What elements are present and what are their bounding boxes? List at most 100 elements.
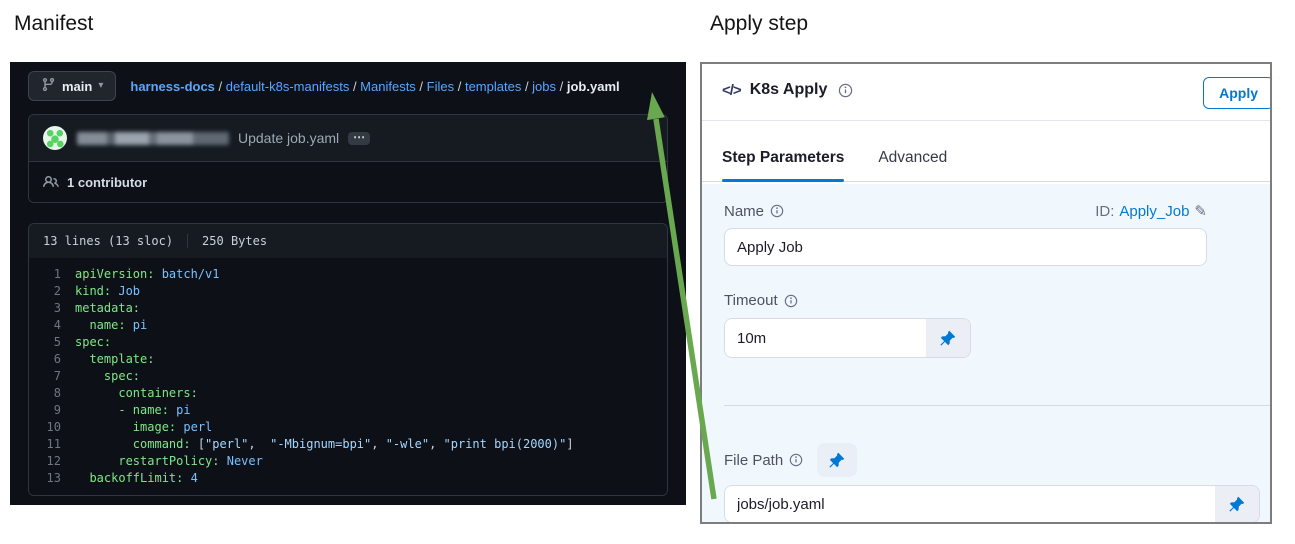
page: Manifest Apply step main ▾ harness-docs … [0,0,1295,544]
code-text: name: pi [75,317,147,334]
line-number[interactable]: 9 [29,402,75,419]
breadcrumb-separator: / [556,79,567,94]
pin-icon[interactable] [926,319,970,357]
code-line: 6 template: [29,351,667,368]
people-icon [43,174,59,190]
code-text: image: perl [75,419,212,436]
breadcrumb-separator: / [454,79,465,94]
info-icon[interactable] [789,453,803,467]
branch-selector-button[interactable]: main ▾ [28,71,116,101]
breadcrumb-link[interactable]: Manifests [360,79,416,94]
line-number[interactable]: 8 [29,385,75,402]
breadcrumb-separator: / [349,79,360,94]
name-input[interactable] [724,228,1207,266]
breadcrumb-link[interactable]: default-k8s-manifests [226,79,350,94]
line-number[interactable]: 13 [29,470,75,487]
info-icon[interactable] [838,83,853,98]
file-meta-bar: 13 lines (13 sloc) 250 Bytes [29,224,667,258]
code-text: - name: pi [75,402,191,419]
code-line: 2kind: Job [29,283,667,300]
chevron-down-icon: ▾ [98,81,103,91]
contributors-link[interactable]: 1 contributor [67,175,147,190]
step-id-link[interactable]: Apply_Job [1119,203,1189,220]
name-label: Name [724,203,764,220]
line-number[interactable]: 12 [29,453,75,470]
breadcrumb-link[interactable]: templates [465,79,521,94]
line-number[interactable]: 7 [29,368,75,385]
timeout-label: Timeout [724,292,778,309]
code-line: 7 spec: [29,368,667,385]
breadcrumb-link[interactable]: jobs [532,79,556,94]
name-field-label-wrap: Name [724,203,784,220]
line-number[interactable]: 4 [29,317,75,334]
git-branch-icon [41,77,56,95]
breadcrumb-separator: / [215,79,226,94]
breadcrumb-link[interactable]: Files [427,79,454,94]
apply-changes-button[interactable]: Apply [1203,77,1272,109]
timeout-field-label-wrap: Timeout [724,292,798,309]
timeout-input[interactable] [725,319,926,357]
code-line: 5spec: [29,334,667,351]
breadcrumb-separator: / [416,79,427,94]
code-text: spec: [75,334,111,351]
code-line: 1apiVersion: batch/v1 [29,266,667,283]
code-line: 8 containers: [29,385,667,402]
contributors-row: 1 contributor [29,161,667,202]
code-line: 11 command: ["perl", "-Mbignum=bpi", "-w… [29,436,667,453]
code-line: 12 restartPolicy: Never [29,453,667,470]
breadcrumb-current-file: job.yaml [567,79,620,94]
commit-box: Update job.yaml ⋯ 1 contributor [28,114,668,203]
file-size: 250 Bytes [187,234,267,248]
k8s-apply-step-panel: </> K8s Apply Apply Step Parameters Advan… [700,62,1272,524]
step-title: K8s Apply [750,81,828,99]
file-lines-count: 13 lines (13 sloc) [43,234,173,248]
file-path-field-label-wrap: File Path [724,452,803,469]
line-number[interactable]: 10 [29,419,75,436]
apply-step-title: Apply step [710,12,808,36]
pin-icon[interactable] [817,443,857,477]
code-text: backoffLimit: 4 [75,470,198,487]
manifest-title: Manifest [14,12,93,36]
code-line: 13 backoffLimit: 4 [29,470,667,487]
code-text: spec: [75,368,140,385]
code-line: 4 name: pi [29,317,667,334]
line-number[interactable]: 2 [29,283,75,300]
code-line: 3metadata: [29,300,667,317]
line-number[interactable]: 5 [29,334,75,351]
breadcrumb-link[interactable]: harness-docs [130,79,215,94]
commit-author-redacted [77,132,229,145]
line-number[interactable]: 11 [29,436,75,453]
tab-step-parameters[interactable]: Step Parameters [722,149,844,181]
avatar[interactable] [43,126,67,150]
code-text: restartPolicy: Never [75,453,263,470]
edit-icon[interactable]: ✎ [1194,202,1207,220]
file-path-input[interactable] [725,486,1215,522]
step-tabs: Step Parameters Advanced [702,121,1270,182]
pin-icon[interactable] [1215,486,1259,522]
breadcrumb: harness-docs / default-k8s-manifests / M… [130,79,619,94]
github-header-row: main ▾ harness-docs / default-k8s-manife… [28,69,668,103]
info-icon[interactable] [784,294,798,308]
step-parameters-form: Name ID: Apply_Job ✎ Timeout [702,184,1270,522]
info-icon[interactable] [770,204,784,218]
yaml-code-viewer: 1apiVersion: batch/v12kind: Job3metadata… [29,258,667,495]
code-text: apiVersion: batch/v1 [75,266,220,283]
step-header: </> K8s Apply Apply [702,64,1270,121]
code-icon: </> [722,82,741,99]
section-divider [724,405,1270,406]
code-box: 13 lines (13 sloc) 250 Bytes 1apiVersion… [28,223,668,496]
line-number[interactable]: 1 [29,266,75,283]
branch-name: main [62,79,92,94]
line-number[interactable]: 3 [29,300,75,317]
tab-advanced[interactable]: Advanced [878,149,947,181]
code-text: metadata: [75,300,140,317]
ellipsis-icon[interactable]: ⋯ [348,132,370,145]
code-text: containers: [75,385,198,402]
breadcrumb-separator: / [521,79,532,94]
commit-message[interactable]: Update job.yaml [238,130,339,146]
latest-commit-row: Update job.yaml ⋯ [29,115,667,161]
code-line: 10 image: perl [29,419,667,436]
code-text: kind: Job [75,283,140,300]
line-number[interactable]: 6 [29,351,75,368]
file-path-label: File Path [724,452,783,469]
